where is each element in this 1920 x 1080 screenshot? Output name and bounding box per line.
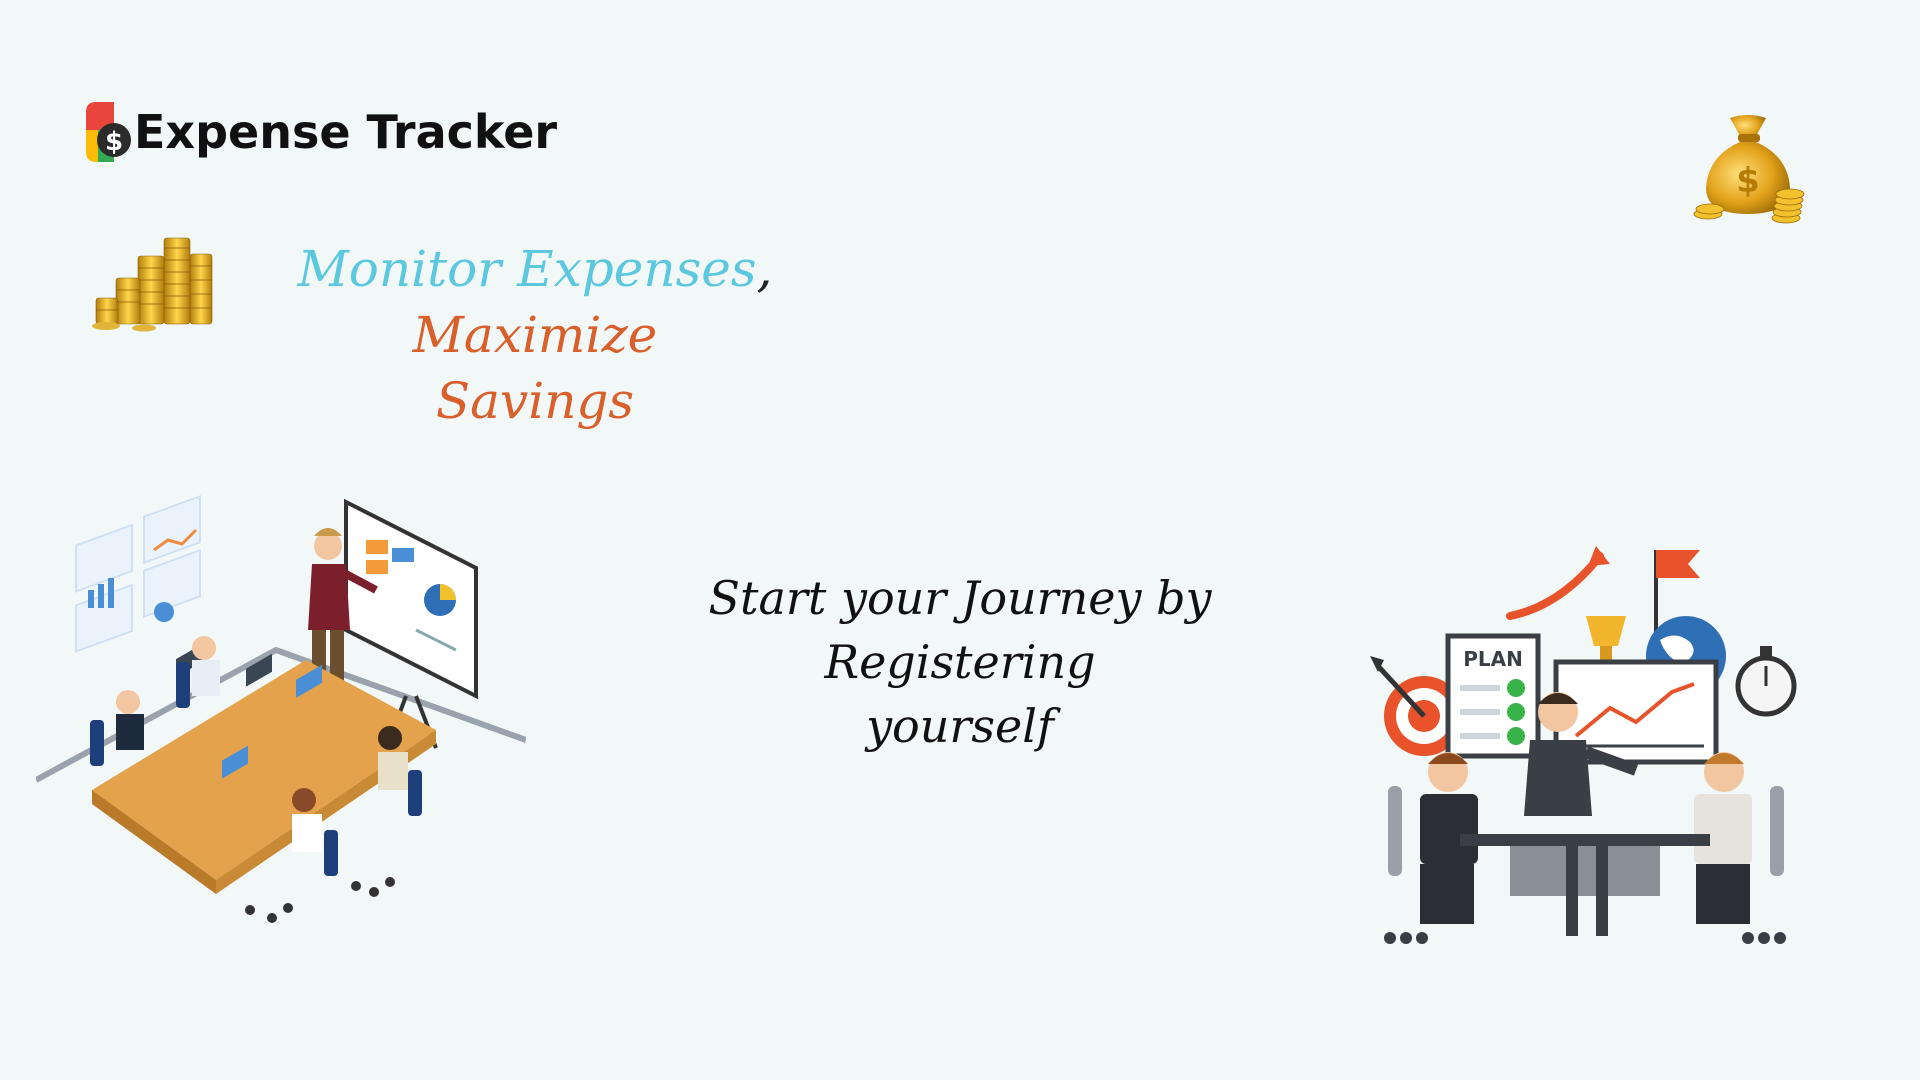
dollar-coin-logo-icon: $ xyxy=(86,102,131,162)
tagline: Monitor Expenses, Maximize Savings xyxy=(240,236,830,434)
journey-line-2: yourself xyxy=(866,699,1054,753)
plan-label: PLAN xyxy=(1463,647,1523,671)
svg-text:$: $ xyxy=(105,127,123,157)
journey-message: Start your Journey by Registering yourse… xyxy=(620,566,1300,758)
plan-meeting-illustration: PLAN xyxy=(1370,546,1797,944)
tagline-separator: , xyxy=(756,240,773,298)
gold-coins-stack-icon xyxy=(92,237,213,332)
tagline-monitor: Monitor Expenses xyxy=(297,240,757,298)
tagline-maximize: Maximize xyxy=(412,306,658,364)
app-title: Expense Tracker xyxy=(134,105,558,159)
money-bag-icon: $ xyxy=(1693,115,1805,224)
team-meeting-illustration xyxy=(36,494,526,923)
brand-header: $ Expense Tracker xyxy=(84,100,557,164)
journey-line-1: Start your Journey by Registering xyxy=(708,571,1212,689)
tagline-savings: Savings xyxy=(435,372,635,430)
svg-text:$: $ xyxy=(1736,161,1760,201)
